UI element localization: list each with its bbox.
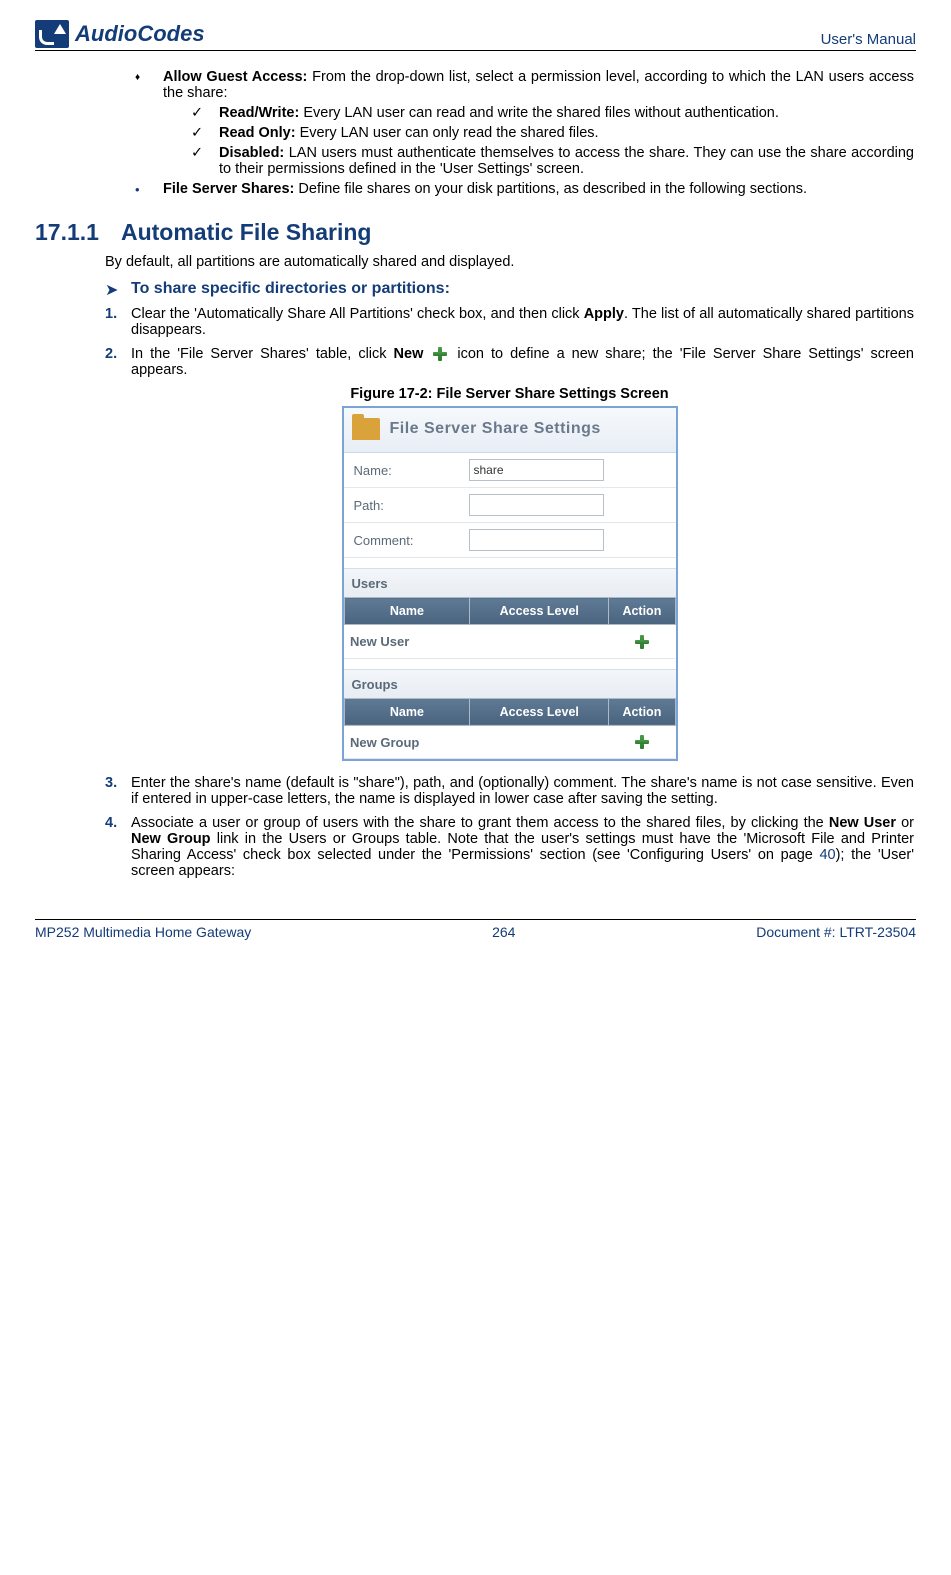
page-header: AudioCodes User's Manual — [35, 20, 916, 51]
read-only-label: Read Only: — [219, 125, 296, 141]
name-input[interactable] — [469, 459, 604, 481]
bullet-file-server-shares: • File Server Shares: Define file shares… — [135, 181, 914, 197]
step-4-new-group: New Group — [131, 831, 211, 847]
step-1-text-a: Clear the 'Automatically Share All Parti… — [131, 306, 584, 322]
file-server-text: Define file shares on your disk partitio… — [294, 181, 807, 197]
step-number: 3. — [105, 775, 131, 807]
disabled-label: Disabled: — [219, 145, 284, 161]
allow-guest-label: Allow Guest Access: — [163, 69, 307, 85]
footer-page-number: 264 — [492, 924, 515, 940]
field-comment: Comment: — [344, 523, 676, 558]
step-2-text-a: In the 'File Server Shares' table, click — [131, 346, 394, 362]
step-4-new-user: New User — [829, 815, 896, 831]
step-1: 1. Clear the 'Automatically Share All Pa… — [105, 306, 914, 338]
step-4-text-c: or — [896, 815, 914, 831]
check-icon: ✓ — [191, 145, 219, 177]
section-intro: By default, all partitions are automatic… — [105, 254, 914, 270]
logo: AudioCodes — [35, 20, 205, 48]
path-input[interactable] — [469, 494, 604, 516]
col-access-level: Access Level — [470, 698, 609, 725]
read-write-label: Read/Write: — [219, 105, 299, 121]
figure-titlebar: File Server Share Settings — [344, 408, 676, 453]
new-user-link[interactable]: New User — [344, 625, 609, 659]
step-1-apply: Apply — [584, 306, 624, 322]
step-number: 1. — [105, 306, 131, 338]
read-write-text: Every LAN user can read and write the sh… — [299, 105, 779, 121]
new-group-link[interactable]: New Group — [344, 725, 609, 759]
page-footer: MP252 Multimedia Home Gateway 264 Docume… — [35, 919, 916, 940]
section-title: Automatic File Sharing — [121, 219, 371, 246]
dot-icon: • — [135, 182, 163, 198]
logo-icon — [35, 20, 69, 48]
comment-input[interactable] — [469, 529, 604, 551]
figure-title-text: File Server Share Settings — [390, 420, 601, 438]
section-heading: 17.1.1 Automatic File Sharing — [35, 219, 916, 246]
file-server-label: File Server Shares: — [163, 181, 294, 197]
table-row: New User — [344, 625, 675, 659]
figure-screenshot: File Server Share Settings Name: Path: C… — [342, 406, 678, 761]
name-label: Name: — [354, 463, 469, 478]
footer-left: MP252 Multimedia Home Gateway — [35, 924, 251, 940]
step-3-text: Enter the share's name (default is "shar… — [131, 775, 914, 807]
check-icon: ✓ — [191, 125, 219, 141]
col-name: Name — [344, 598, 470, 625]
groups-section-head: Groups — [344, 669, 676, 698]
table-row: New Group — [344, 725, 675, 759]
read-only-text: Every LAN user can only read the shared … — [296, 125, 599, 141]
procedure-heading: ➤ To share specific directories or parti… — [105, 280, 914, 300]
arrow-icon: ➤ — [105, 280, 131, 300]
disabled-text: LAN users must authenticate themselves t… — [219, 145, 914, 177]
section-number: 17.1.1 — [35, 219, 99, 246]
add-user-action[interactable] — [609, 625, 675, 659]
field-name: Name: — [344, 453, 676, 488]
groups-table: Name Access Level Action New Group — [344, 698, 676, 760]
step-number: 2. — [105, 346, 131, 378]
bullet-allow-guest: ♦ Allow Guest Access: From the drop-down… — [135, 69, 914, 101]
plus-icon — [634, 634, 650, 650]
diamond-icon: ♦ — [135, 72, 163, 104]
bullet-read-write: ✓ Read/Write: Every LAN user can read an… — [191, 105, 914, 121]
step-number: 4. — [105, 815, 131, 879]
plus-icon — [432, 346, 448, 362]
step-4-text-a: Associate a user or group of users with … — [131, 815, 829, 831]
users-table: Name Access Level Action New User — [344, 597, 676, 659]
step-4-text-e: link in the Users or Groups table. Note … — [131, 831, 914, 863]
col-action: Action — [609, 698, 675, 725]
logo-text: AudioCodes — [75, 21, 205, 47]
check-icon: ✓ — [191, 105, 219, 121]
add-group-action[interactable] — [609, 725, 675, 759]
step-4: 4. Associate a user or group of users wi… — [105, 815, 914, 879]
page-link-40[interactable]: 40 — [819, 847, 835, 863]
step-3: 3. Enter the share's name (default is "s… — [105, 775, 914, 807]
folder-icon — [352, 418, 380, 440]
header-right-text: User's Manual — [821, 31, 916, 48]
users-section-head: Users — [344, 568, 676, 597]
figure-caption: Figure 17-2: File Server Share Settings … — [105, 386, 914, 402]
col-access-level: Access Level — [470, 598, 609, 625]
step-2-new: New — [394, 346, 424, 362]
path-label: Path: — [354, 498, 469, 513]
col-action: Action — [609, 598, 675, 625]
bullet-read-only: ✓ Read Only: Every LAN user can only rea… — [191, 125, 914, 141]
comment-label: Comment: — [354, 533, 469, 548]
col-name: Name — [344, 698, 470, 725]
footer-right: Document #: LTRT-23504 — [756, 924, 916, 940]
bullet-disabled: ✓ Disabled: LAN users must authenticate … — [191, 145, 914, 177]
field-path: Path: — [344, 488, 676, 523]
procedure-heading-text: To share specific directories or partiti… — [131, 280, 450, 300]
plus-icon — [634, 734, 650, 750]
step-2: 2. In the 'File Server Shares' table, cl… — [105, 346, 914, 378]
